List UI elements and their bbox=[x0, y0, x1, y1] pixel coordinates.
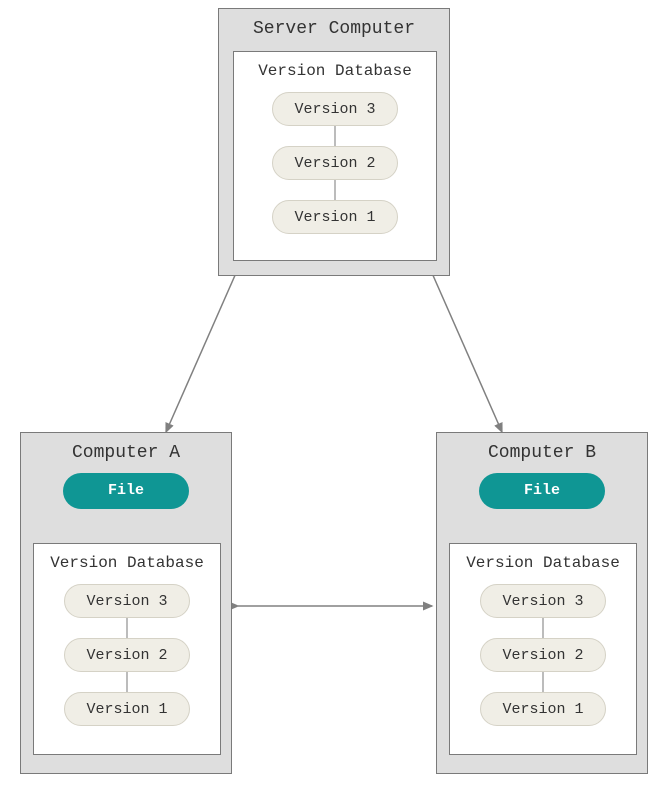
computer-a-version-3-pill: Version 3 bbox=[64, 584, 190, 618]
computer-b-box: Computer B File Version Database Version… bbox=[436, 432, 648, 774]
computer-b-conn-3-2 bbox=[543, 618, 544, 638]
computer-b-db-title: Version Database bbox=[450, 544, 636, 576]
computer-a-file-pill: File bbox=[63, 473, 189, 509]
computer-a-db-title: Version Database bbox=[34, 544, 220, 576]
computer-b-version-database-box: Version Database Version 3 Version 2 Ver… bbox=[449, 543, 637, 755]
server-conn-3-2 bbox=[335, 126, 336, 146]
arrow-server-to-b bbox=[428, 264, 502, 432]
arrow-server-to-a bbox=[166, 264, 240, 432]
server-conn-2-1 bbox=[335, 180, 336, 200]
computer-b-version-3-pill: Version 3 bbox=[480, 584, 606, 618]
server-computer-box: Server Computer Version Database Version… bbox=[218, 8, 450, 276]
computer-b-version-2-pill: Version 2 bbox=[480, 638, 606, 672]
computer-a-version-database-box: Version Database Version 3 Version 2 Ver… bbox=[33, 543, 221, 755]
computer-b-file-pill: File bbox=[479, 473, 605, 509]
computer-a-version-1-pill: Version 1 bbox=[64, 692, 190, 726]
server-version-database-box: Version Database Version 3 Version 2 Ver… bbox=[233, 51, 437, 261]
computer-b-title: Computer B bbox=[437, 433, 647, 469]
computer-b-version-1-pill: Version 1 bbox=[480, 692, 606, 726]
computer-a-conn-2-1 bbox=[127, 672, 128, 692]
server-version-1-pill: Version 1 bbox=[272, 200, 398, 234]
server-db-title: Version Database bbox=[234, 52, 436, 84]
computer-a-box: Computer A File Version Database Version… bbox=[20, 432, 232, 774]
computer-a-conn-3-2 bbox=[127, 618, 128, 638]
server-version-2-pill: Version 2 bbox=[272, 146, 398, 180]
computer-b-conn-2-1 bbox=[543, 672, 544, 692]
server-version-3-pill: Version 3 bbox=[272, 92, 398, 126]
computer-a-version-2-pill: Version 2 bbox=[64, 638, 190, 672]
diagram-canvas: Server Computer Version Database Version… bbox=[0, 0, 668, 800]
computer-a-title: Computer A bbox=[21, 433, 231, 469]
server-title: Server Computer bbox=[219, 9, 449, 45]
